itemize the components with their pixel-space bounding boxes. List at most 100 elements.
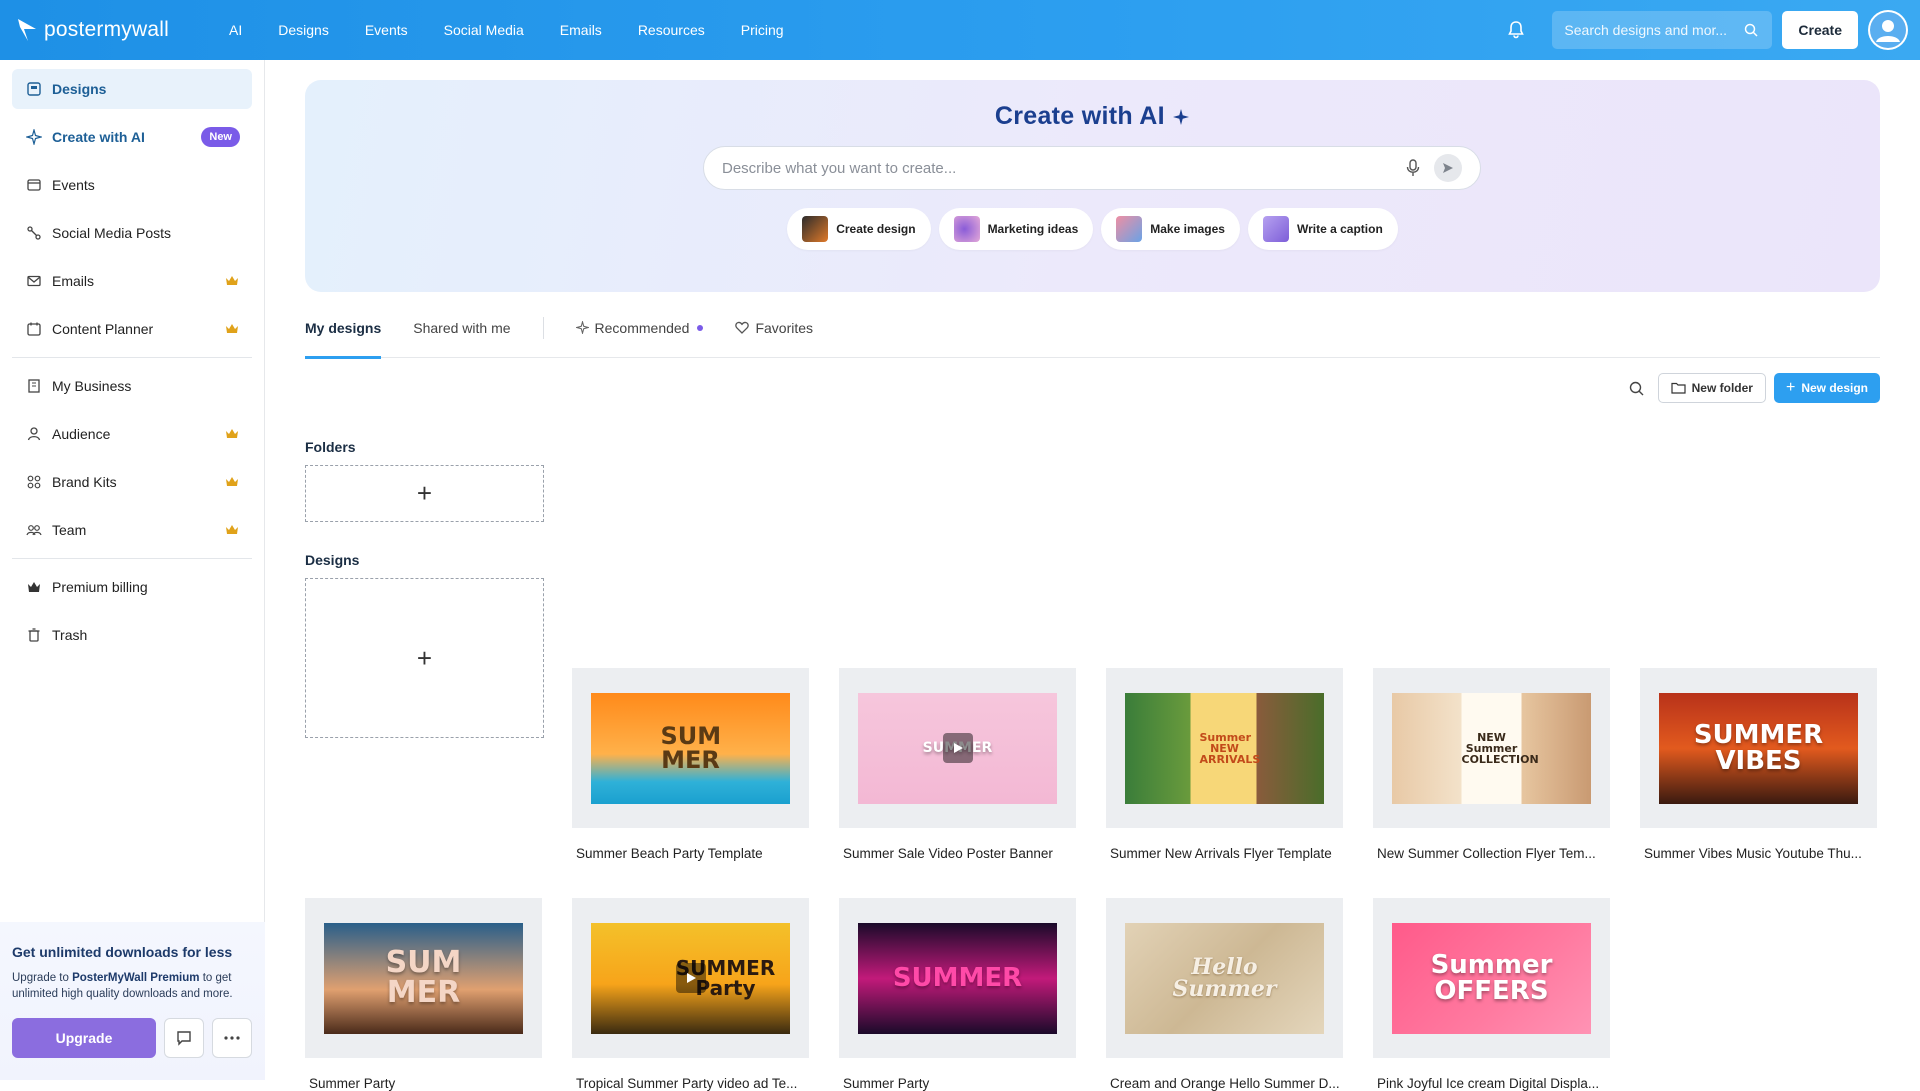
nav-pricing[interactable]: Pricing — [741, 22, 784, 38]
search-input[interactable] — [1564, 22, 1745, 38]
send-button[interactable] — [1434, 154, 1462, 182]
design-card[interactable]: Summer NEW ARRIVALS Summer New Arrivals … — [1106, 668, 1343, 861]
design-title: Tropical Summer Party video ad Te... — [576, 1076, 798, 1091]
design-card[interactable]: Summer OFFERS Pink Joyful Ice cream Digi… — [1373, 898, 1610, 1091]
add-folder-box[interactable]: + — [305, 465, 544, 522]
promo-text: Upgrade to PosterMyWall Premium to get u… — [12, 972, 233, 1000]
chip-create-design[interactable]: Create design — [787, 208, 931, 250]
folder-icon — [1671, 382, 1686, 394]
folders-heading: Folders — [305, 439, 356, 455]
nav-ai[interactable]: AI — [229, 22, 242, 38]
pencil-icon — [1262, 216, 1289, 242]
ai-panel: Create with AI Create design Marketing i… — [305, 80, 1880, 292]
sidebar-item-label: Events — [52, 177, 95, 193]
crown-icon — [26, 579, 42, 595]
tab-recommended[interactable]: Recommended — [575, 298, 704, 358]
feedback-icon — [177, 1031, 191, 1046]
tab-divider — [542, 316, 544, 339]
design-card[interactable]: Hello Summer Cream and Orange Hello Summ… — [1106, 898, 1343, 1091]
tab-my-designs[interactable]: My designs — [305, 298, 382, 359]
brand-logo[interactable]: postermywall — [16, 17, 206, 43]
sidebar-item-label: Brand Kits — [52, 474, 117, 490]
sidebar-divider — [12, 357, 252, 358]
main-nav: AI Designs Events Social Media Emails Re… — [229, 22, 820, 38]
create-design-icon — [802, 216, 829, 242]
sidebar-item-premium-billing[interactable]: Premium billing — [12, 567, 252, 607]
premium-crown-icon — [226, 276, 238, 285]
new-design-button[interactable]: + New design — [1773, 373, 1880, 403]
sidebar-item-label: Content Planner — [52, 321, 154, 337]
design-card[interactable]: SUMMER Summer Sale Video Poster Banner — [839, 668, 1076, 861]
sidebar-item-label: Social Media Posts — [52, 225, 172, 241]
play-icon[interactable] — [675, 963, 706, 993]
sidebar: Designs Create with AI New Events Social… — [0, 60, 265, 1080]
design-card[interactable]: NEW Summer COLLECTION New Summer Collect… — [1373, 668, 1610, 861]
brand-name: postermywall — [44, 18, 169, 41]
sidebar-item-label: My Business — [52, 378, 132, 394]
create-button[interactable]: Create — [1782, 11, 1858, 49]
add-design-box[interactable]: + — [305, 578, 544, 738]
sidebar-item-label: Designs — [52, 81, 107, 97]
sidebar-item-trash[interactable]: Trash — [12, 615, 252, 655]
sidebar-item-label: Trash — [52, 627, 88, 643]
plus-icon: + — [1785, 379, 1796, 396]
sidebar-item-events[interactable]: Events — [12, 165, 252, 205]
nav-social-media[interactable]: Social Media — [444, 22, 524, 38]
tab-shared-with-me[interactable]: Shared with me — [413, 298, 510, 358]
more-options-button[interactable] — [212, 1018, 252, 1058]
designs-toolbar: New folder + New design — [305, 358, 1880, 418]
building-icon — [26, 378, 42, 394]
feedback-button[interactable] — [164, 1018, 204, 1058]
sidebar-item-social-media-posts[interactable]: Social Media Posts — [12, 213, 252, 253]
design-card[interactable]: SUMMER VIBES Summer Vibes Music Youtube … — [1640, 668, 1877, 861]
sidebar-item-brand-kits[interactable]: Brand Kits — [12, 462, 252, 502]
chip-marketing-ideas[interactable]: Marketing ideas — [938, 208, 1094, 250]
ai-prompt-input[interactable] — [722, 159, 1406, 177]
sparkle-icon — [1173, 109, 1190, 126]
play-icon[interactable] — [942, 733, 973, 763]
avatar-icon — [1870, 12, 1906, 48]
new-badge: New — [201, 127, 240, 147]
calendar-icon — [26, 321, 42, 337]
upgrade-button[interactable]: Upgrade — [12, 1018, 156, 1058]
main-content: Create with AI Create design Marketing i… — [305, 80, 1880, 1091]
new-folder-button[interactable]: New folder — [1657, 373, 1766, 403]
design-tabs: My designs Shared with me Recommended Fa… — [305, 298, 1880, 359]
design-title: Summer Beach Party Template — [576, 846, 763, 861]
team-icon — [26, 522, 42, 538]
user-avatar[interactable] — [1868, 10, 1908, 50]
sidebar-item-label: Create with AI — [52, 129, 145, 145]
sidebar-item-content-planner[interactable]: Content Planner — [12, 309, 252, 349]
sidebar-item-designs[interactable]: Designs — [12, 69, 252, 109]
sidebar-item-emails[interactable]: Emails — [12, 261, 252, 301]
design-thumbnail: Hello Summer — [1125, 922, 1324, 1034]
design-card[interactable]: SUM MER Summer Beach Party Template — [572, 668, 809, 861]
megaphone-icon — [953, 216, 980, 242]
chip-make-images[interactable]: Make images — [1101, 208, 1240, 250]
ai-prompt-field[interactable] — [703, 146, 1481, 190]
design-card[interactable]: SUMMER Summer Party — [839, 898, 1076, 1091]
nav-resources[interactable]: Resources — [638, 22, 705, 38]
microphone-icon[interactable] — [1406, 159, 1420, 177]
nav-events[interactable]: Events — [365, 22, 408, 38]
nav-emails[interactable]: Emails — [560, 22, 602, 38]
design-thumbnail: SUM MER — [324, 922, 523, 1034]
tab-favorites[interactable]: Favorites — [735, 298, 813, 358]
premium-crown-icon — [226, 324, 238, 333]
search-bar[interactable] — [1552, 11, 1773, 49]
design-thumbnail: SUMMER — [858, 922, 1057, 1034]
nav-designs[interactable]: Designs — [278, 22, 329, 38]
design-thumbnail: Summer OFFERS — [1392, 922, 1591, 1034]
sidebar-item-label: Audience — [52, 426, 111, 442]
design-card[interactable]: SUM MER Summer Party — [305, 898, 542, 1091]
search-designs-icon[interactable] — [1629, 381, 1644, 396]
sidebar-item-audience[interactable]: Audience — [12, 414, 252, 454]
design-card[interactable]: SUMMER Party Tropical Summer Party video… — [572, 898, 809, 1091]
sidebar-item-my-business[interactable]: My Business — [12, 366, 252, 406]
sidebar-item-team[interactable]: Team — [12, 510, 252, 550]
sidebar-item-create-with-ai[interactable]: Create with AI New — [12, 117, 252, 157]
design-thumbnail: Summer NEW ARRIVALS — [1125, 692, 1324, 804]
chip-write-caption[interactable]: Write a caption — [1247, 208, 1398, 250]
search-icon[interactable] — [1744, 23, 1758, 37]
notification-bell-icon[interactable] — [1506, 20, 1526, 40]
